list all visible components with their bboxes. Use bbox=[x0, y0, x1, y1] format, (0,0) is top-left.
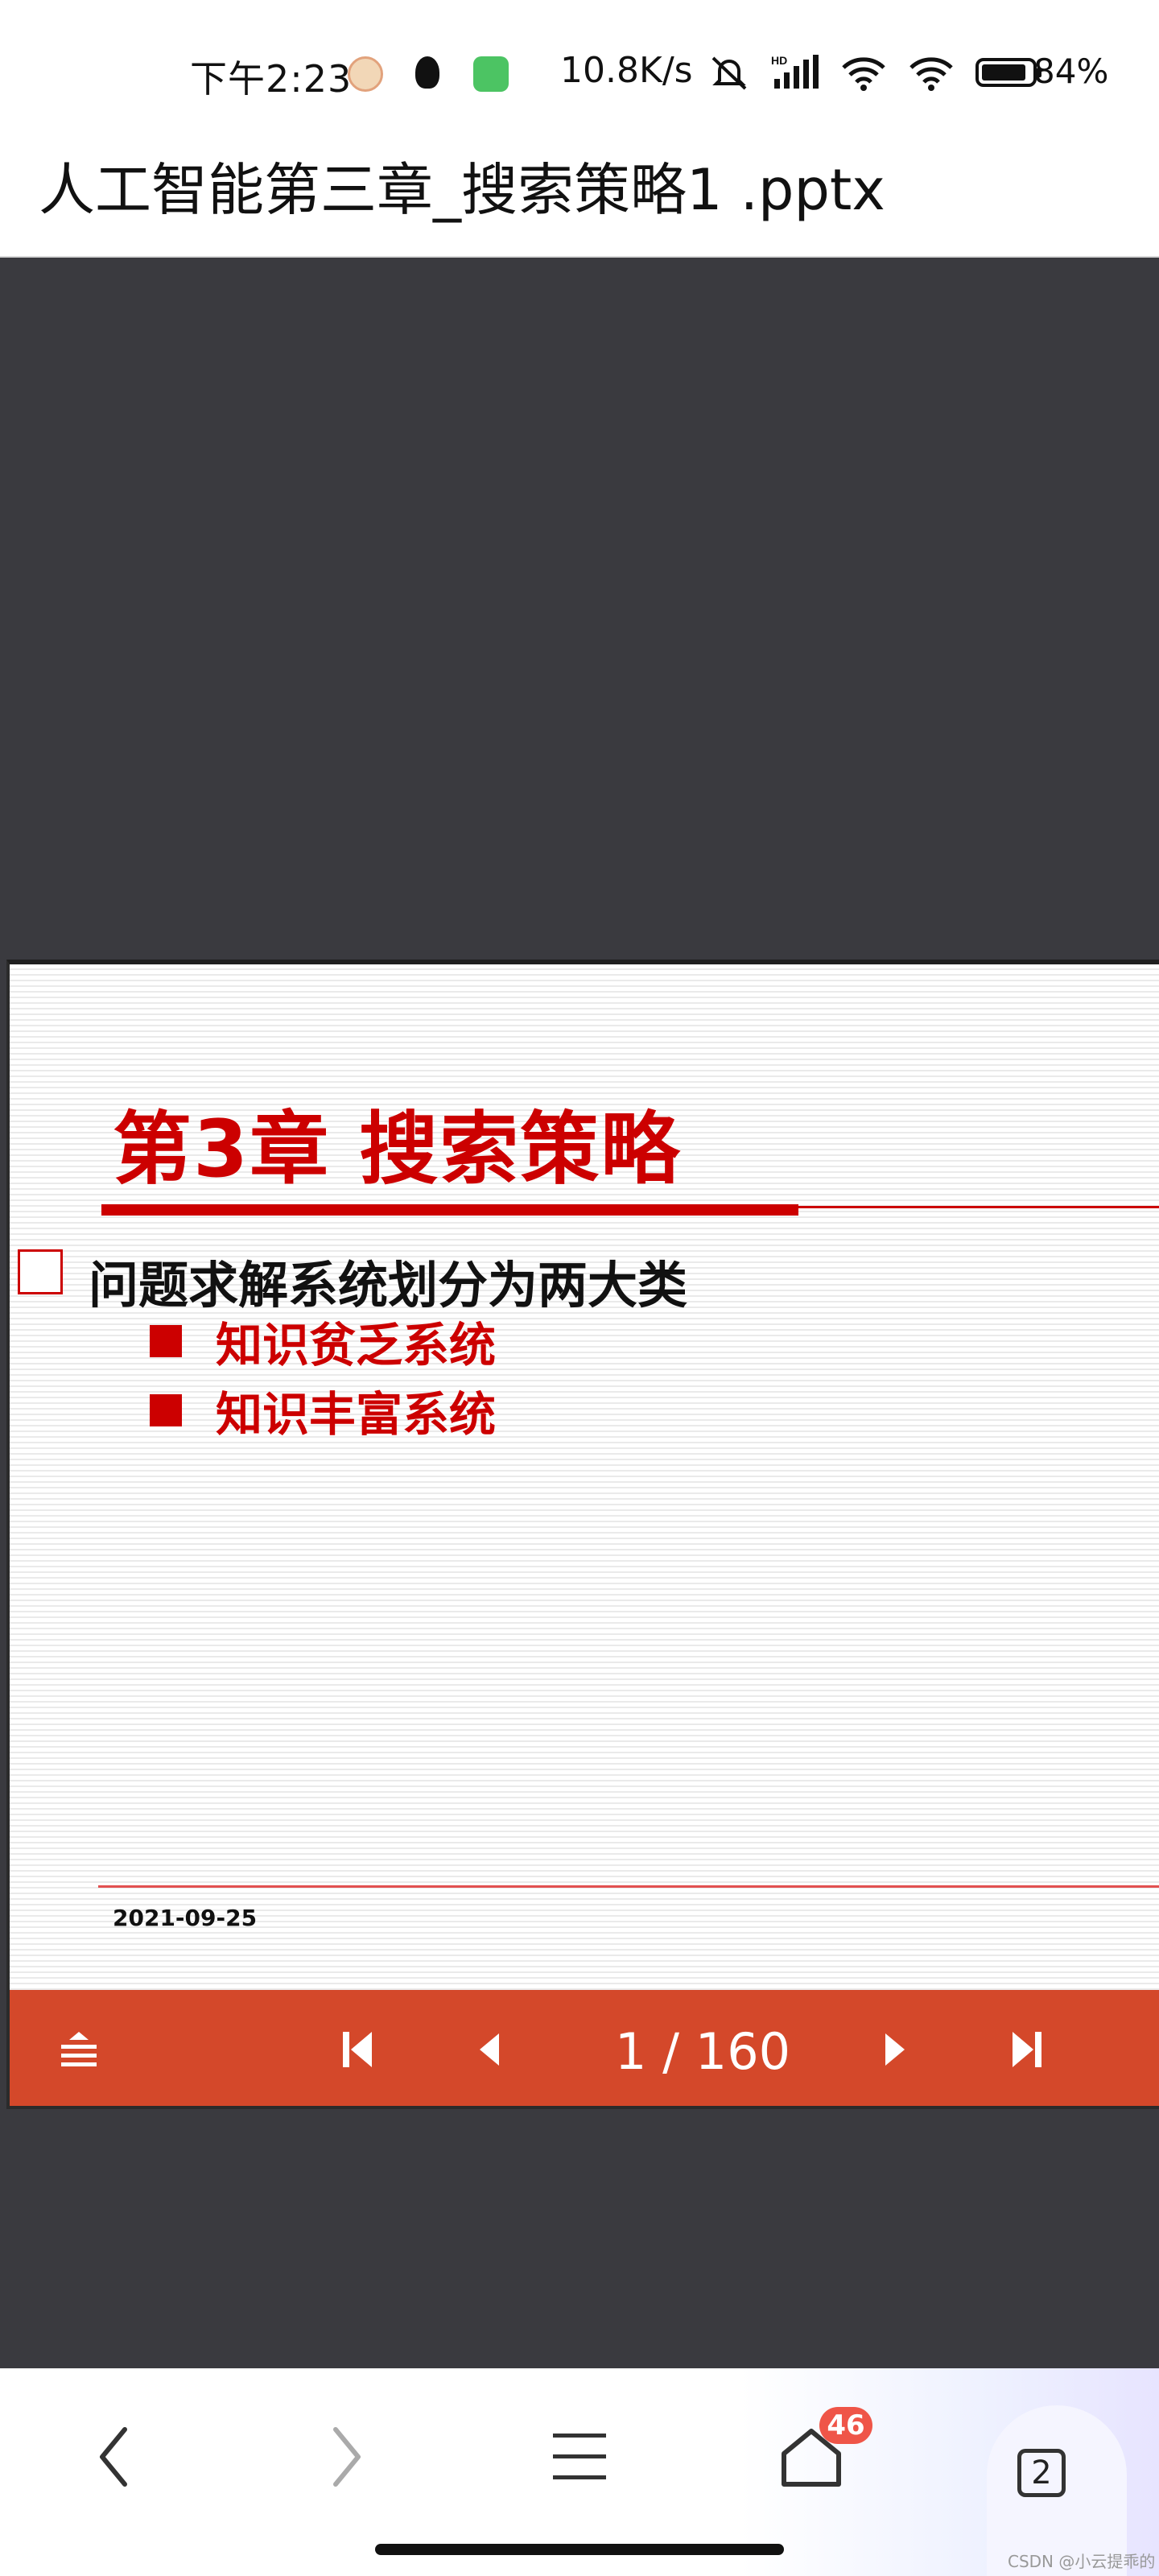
sub-bullet-text: 知识贫乏系统 bbox=[216, 1318, 497, 1373]
svg-text:HD: HD bbox=[771, 54, 787, 67]
chevron-right-icon bbox=[333, 2427, 361, 2487]
signal-hd-icon: HD bbox=[771, 54, 819, 89]
notification-icons bbox=[348, 56, 509, 92]
screen: 下午2:23 10.8K/s HD 84% 人工智能第三章_搜索策略1 .ppt… bbox=[0, 0, 1159, 2576]
menu-button[interactable] bbox=[539, 2417, 620, 2497]
watermark: CSDN @小云提乖的 bbox=[1008, 2552, 1156, 2571]
wifi-share-icon bbox=[842, 57, 885, 91]
wifi-icon bbox=[909, 57, 953, 91]
hamburger-menu-icon bbox=[553, 2434, 606, 2479]
red-square-bullet-icon bbox=[150, 1325, 182, 1357]
first-slide-button[interactable] bbox=[333, 2025, 382, 2074]
triangle-right-icon bbox=[885, 2033, 905, 2066]
mute-bell-icon bbox=[711, 56, 747, 90]
skip-last-icon bbox=[1013, 2032, 1041, 2067]
status-bar: 下午2:23 10.8K/s HD 84% bbox=[0, 0, 1159, 153]
title-underline-line bbox=[798, 1206, 1159, 1208]
status-time: 下午2:23 bbox=[190, 57, 353, 101]
android-app-icon bbox=[473, 56, 509, 92]
footer-line bbox=[98, 1885, 1159, 1888]
document-title: 人工智能第三章_搜索策略1 .pptx bbox=[39, 157, 885, 223]
main-bullet-text: 问题求解系统划分为两大类 bbox=[89, 1256, 688, 1315]
last-slide-button[interactable] bbox=[1003, 2025, 1051, 2074]
slide-title: 第3章 搜索策略 bbox=[113, 1104, 682, 1195]
red-square-bullet-icon bbox=[150, 1394, 182, 1426]
slide-control-bar: 1 / 160 bbox=[6, 1990, 1159, 2109]
skip-first-icon bbox=[343, 2032, 372, 2067]
slide-canvas[interactable]: 第3章 搜索策略 问题求解系统划分为两大类 知识贫乏系统 知识丰富系统 2021… bbox=[6, 960, 1159, 1990]
home-indicator[interactable] bbox=[375, 2544, 784, 2555]
network-speed: 10.8K/s bbox=[560, 50, 693, 91]
qq-penguin-icon bbox=[415, 56, 439, 89]
triangle-left-icon bbox=[480, 2033, 499, 2066]
next-slide-button[interactable] bbox=[871, 2025, 919, 2074]
page-counter: 1 / 160 bbox=[615, 2022, 791, 2081]
battery-level: 84% bbox=[1033, 52, 1109, 91]
hollow-square-bullet-icon bbox=[18, 1249, 63, 1294]
system-icons: HD bbox=[708, 53, 1043, 92]
tabs-button[interactable]: 2 bbox=[1017, 2449, 1066, 2497]
title-underline-bar bbox=[101, 1204, 798, 1216]
chevron-left-icon bbox=[100, 2427, 127, 2487]
sub-bullet-text: 知识丰富系统 bbox=[216, 1387, 497, 1442]
monkey-app-icon bbox=[348, 56, 383, 92]
slide-date: 2021-09-25 bbox=[113, 1905, 258, 1931]
back-button[interactable] bbox=[74, 2417, 155, 2497]
notification-badge: 46 bbox=[819, 2407, 872, 2444]
outline-menu-button[interactable] bbox=[55, 2025, 103, 2074]
outline-menu-icon bbox=[61, 2032, 97, 2066]
forward-button[interactable] bbox=[306, 2417, 386, 2497]
previous-slide-button[interactable] bbox=[465, 2025, 514, 2074]
